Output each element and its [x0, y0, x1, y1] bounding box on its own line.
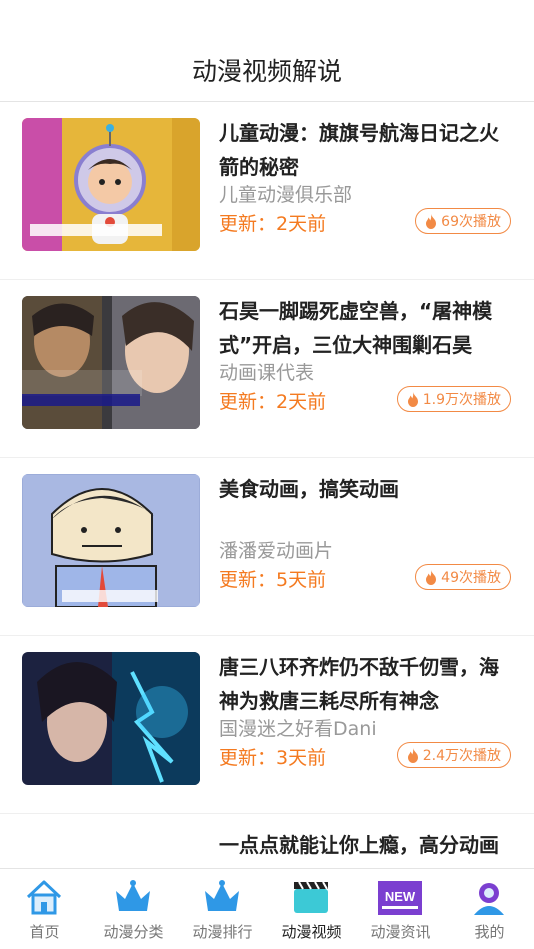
updated-time: 更新：5天前 — [219, 569, 327, 591]
video-title[interactable]: 一点点就能让你上瘾，高分动画片 — [219, 828, 515, 868]
video-thumbnail[interactable] — [22, 118, 200, 251]
new-badge-icon: NEW — [378, 881, 422, 915]
clapperboard-icon — [294, 881, 328, 913]
play-count: 49次播放 — [441, 570, 501, 586]
video-author: 潘潘爱动画片 — [219, 540, 334, 562]
header: 动漫视频解说 — [0, 0, 534, 102]
tab-label: 动漫资讯 — [370, 923, 431, 941]
play-count: 2.4万次播放 — [422, 748, 501, 764]
list-item[interactable]: 美食动画，搞笑动画 潘潘爱动画片 更新：5天前 49次播放 — [0, 458, 534, 636]
video-author: 儿童动漫俱乐部 — [219, 184, 353, 206]
crown-icon — [205, 880, 239, 911]
tab-home[interactable]: 首页 — [0, 869, 89, 949]
play-count-badge: 69次播放 — [415, 208, 511, 234]
tab-profile[interactable]: 我的 — [445, 869, 534, 949]
updated-time: 更新：2天前 — [219, 213, 327, 235]
flame-icon — [407, 391, 418, 407]
flame-icon — [407, 747, 418, 763]
flame-icon — [426, 569, 437, 585]
tab-label: 动漫视频 — [281, 923, 342, 941]
video-author: 国漫迷之好看Dani — [219, 718, 377, 740]
video-list[interactable]: 儿童动漫：旗旗号航海日记之火箭的秘密 儿童动漫俱乐部 更新：2天前 69次播放 … — [0, 102, 534, 868]
tab-video[interactable]: 动漫视频 — [267, 869, 356, 949]
video-title[interactable]: 石昊一脚踢死虚空兽，“屠神模式”开启，三位大神围剿石昊 — [219, 294, 515, 362]
video-thumbnail[interactable] — [22, 296, 200, 429]
bottom-tab-bar: 首页 动漫分类 动漫排行 动漫视频 NEW 动漫资讯 我的 — [0, 868, 534, 949]
updated-time: 更新：2天前 — [219, 391, 327, 413]
tab-label: 我的 — [474, 923, 505, 941]
play-count-badge: 2.4万次播放 — [396, 742, 511, 768]
play-count: 1.9万次播放 — [422, 392, 501, 408]
list-item[interactable]: 一点点就能让你上瘾，高分动画片 — [0, 814, 534, 868]
updated-time: 更新：3天前 — [219, 747, 327, 769]
list-item[interactable]: 儿童动漫：旗旗号航海日记之火箭的秘密 儿童动漫俱乐部 更新：2天前 69次播放 — [0, 102, 534, 280]
user-icon — [474, 883, 504, 915]
flame-icon — [426, 213, 437, 229]
page-title: 动漫视频解说 — [191, 57, 342, 86]
list-item[interactable]: 唐三八环齐炸仍不敌千仞雪，海神为救唐三耗尽所有神念 国漫迷之好看Dani 更新：… — [0, 636, 534, 814]
video-title[interactable]: 唐三八环齐炸仍不敌千仞雪，海神为救唐三耗尽所有神念 — [219, 650, 515, 718]
video-title[interactable]: 美食动画，搞笑动画 — [219, 472, 515, 506]
tab-news[interactable]: NEW 动漫资讯 — [356, 869, 445, 949]
video-thumbnail[interactable] — [22, 474, 200, 607]
play-count-badge: 49次播放 — [415, 564, 511, 590]
video-thumbnail[interactable] — [22, 652, 200, 785]
tab-label: 首页 — [29, 923, 60, 941]
list-item[interactable]: 石昊一脚踢死虚空兽，“屠神模式”开启，三位大神围剿石昊 动画课代表 更新：2天前… — [0, 280, 534, 458]
home-icon — [26, 880, 62, 915]
tab-ranking[interactable]: 动漫排行 — [178, 869, 267, 949]
tab-label: 动漫分类 — [103, 923, 164, 941]
crown-icon — [116, 880, 150, 911]
play-count: 69次播放 — [441, 214, 501, 230]
tab-label: 动漫排行 — [192, 923, 253, 941]
play-count-badge: 1.9万次播放 — [396, 386, 511, 412]
video-title[interactable]: 儿童动漫：旗旗号航海日记之火箭的秘密 — [219, 116, 515, 184]
tab-category[interactable]: 动漫分类 — [89, 869, 178, 949]
svg-text:NEW: NEW — [385, 889, 416, 904]
video-author: 动画课代表 — [219, 362, 315, 384]
